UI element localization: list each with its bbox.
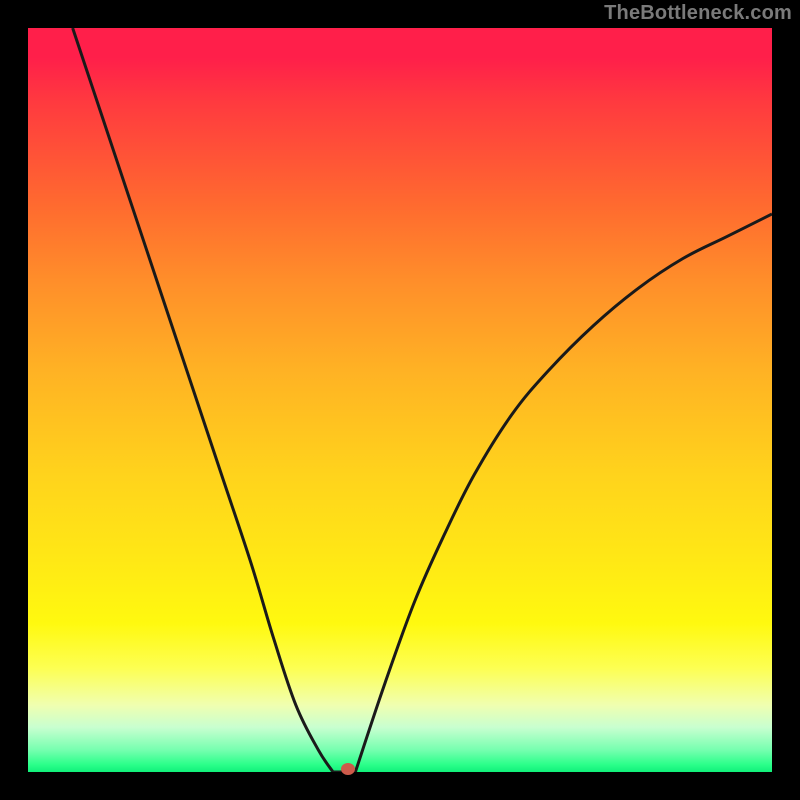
curve-left-branch <box>73 28 333 772</box>
chart-frame: TheBottleneck.com <box>0 0 800 800</box>
plot-area <box>28 28 772 772</box>
watermark-label: TheBottleneck.com <box>604 2 792 25</box>
bottleneck-curve <box>28 28 772 772</box>
minimum-point-marker <box>341 763 355 775</box>
curve-right-branch <box>355 214 772 772</box>
